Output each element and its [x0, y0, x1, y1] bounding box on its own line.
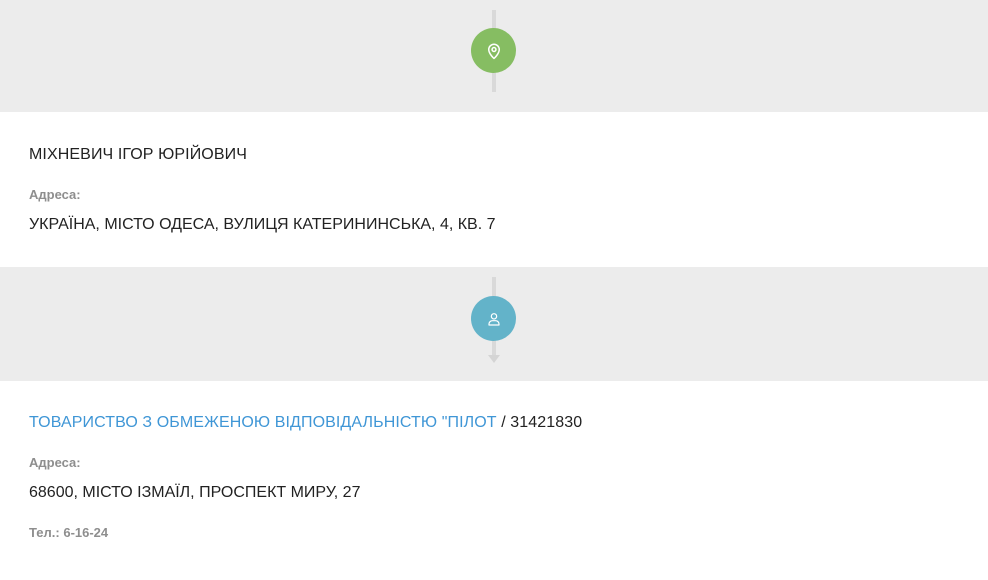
connector-band-top: [0, 0, 988, 112]
company-title: ТОВАРИСТВО З ОБМЕЖЕНОЮ ВІДПОВІДАЛЬНІСТЮ …: [29, 414, 582, 432]
company-phone: Тел.: 6-16-24: [29, 525, 109, 540]
person-card: МІХНЕВИЧ ІГОР ЮРІЙОВИЧ Адреса: УКРАЇНА, …: [0, 112, 988, 267]
person-name: МІХНЕВИЧ ІГОР ЮРІЙОВИЧ: [29, 146, 247, 163]
person-address-label: Адреса:: [29, 187, 81, 202]
map-pin-icon: [487, 43, 500, 59]
person-circle: [471, 296, 516, 341]
company-name-link[interactable]: ТОВАРИСТВО З ОБМЕЖЕНОЮ ВІДПОВІДАЛЬНІСТЮ …: [29, 414, 497, 431]
ownership-chain-page: МІХНЕВИЧ ІГОР ЮРІЙОВИЧ Адреса: УКРАЇНА, …: [0, 0, 988, 580]
company-code-separator: /: [496, 414, 511, 431]
company-code: 31421830: [510, 414, 583, 431]
company-address: 68600, МІСТО ІЗМАЇЛ, ПРОСПЕКТ МИРУ, 27: [29, 484, 361, 501]
connector-arrow-icon: [488, 355, 500, 363]
connector-band-middle: [0, 267, 988, 381]
person-address: УКРАЇНА, МІСТО ОДЕСА, ВУЛИЦЯ КАТЕРИНИНСЬ…: [29, 216, 496, 233]
person-icon: [487, 312, 500, 326]
company-address-label: Адреса:: [29, 455, 81, 470]
company-card: ТОВАРИСТВО З ОБМЕЖЕНОЮ ВІДПОВІДАЛЬНІСТЮ …: [0, 381, 988, 580]
location-circle: [471, 28, 516, 73]
